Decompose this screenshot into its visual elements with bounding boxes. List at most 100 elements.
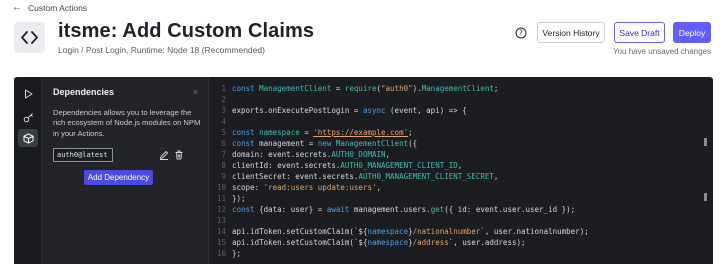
- code-line[interactable]: 8 clientId: event.secrets. AUTH0_MANAGEMEN…: [210, 160, 713, 171]
- code-token: ,: [385, 150, 391, 159]
- line-number: 6: [221, 139, 226, 148]
- code-token: const: [232, 128, 260, 137]
- version-history-button[interactable]: Version History: [537, 22, 605, 43]
- code-line[interactable]: 11});: [210, 193, 713, 204]
- line-number: 9: [221, 172, 226, 181]
- code-token: ;: [493, 84, 499, 93]
- code-token: exports.onExecutePostLogin =: [232, 106, 363, 115]
- key-icon: [23, 112, 33, 122]
- code-token: clientId: event.secrets.: [232, 161, 341, 170]
- code-token: (event, api) => {: [385, 106, 467, 115]
- code-token: ;: [408, 128, 413, 137]
- code-token: });: [232, 194, 246, 203]
- code-line[interactable]: 10 scope: 'read:users update:users',: [210, 182, 713, 193]
- code-token: ,: [457, 161, 463, 170]
- code-token: api.idToken.setCustomClaim(`${: [232, 227, 368, 236]
- code-token: ManagementClient: [421, 84, 494, 93]
- code-line[interactable]: 13: [210, 215, 713, 226]
- line-number: 11: [216, 194, 226, 203]
- code-token: ManagementClient: [335, 139, 409, 148]
- side-rail: [14, 77, 42, 264]
- code-token: const: [232, 139, 260, 148]
- editor-panel: Dependencies × Dependencies allows you t…: [14, 77, 713, 264]
- dependencies-button[interactable]: [18, 129, 38, 147]
- code-token: management.users.: [353, 205, 431, 214]
- code-editor[interactable]: 1 const ManagementClient = require("auth0…: [210, 83, 713, 264]
- dependency-name[interactable]: auth0@latest: [53, 148, 113, 162]
- help-icon[interactable]: ?: [515, 26, 527, 39]
- code-token: namespace: [367, 238, 409, 247]
- code-token: AUTH0_DOMAIN: [331, 150, 386, 159]
- code-token: new: [317, 139, 336, 148]
- deploy-button[interactable]: Deploy: [673, 22, 711, 43]
- code-token: ManagementClient: [259, 84, 332, 93]
- scrollbar-marker: [704, 138, 707, 146]
- code-token: 'https://example.com': [313, 128, 409, 137]
- code-token: {data: user} =: [259, 205, 327, 214]
- dependency-row: auth0@latest: [53, 148, 201, 162]
- code-token: ,: [376, 183, 382, 192]
- code-line[interactable]: 2: [210, 94, 713, 105]
- code-line[interactable]: 16};: [210, 248, 713, 259]
- close-icon[interactable]: ×: [193, 87, 198, 97]
- code-token: ,: [493, 172, 499, 181]
- code-token: require: [344, 84, 377, 93]
- code-token: const: [232, 84, 260, 93]
- unsaved-changes-text: You have unsaved changes: [612, 47, 711, 56]
- code-token: const: [232, 205, 260, 214]
- code-token: `, user.address);: [448, 238, 526, 247]
- code-line[interactable]: 14 api.idToken.setCustomClaim(`${namespac…: [210, 226, 713, 237]
- code-token: get: [430, 205, 445, 214]
- package-icon: [23, 133, 33, 143]
- add-dependency-button[interactable]: Add Dependency: [84, 170, 153, 185]
- code-token: api.idToken.setCustomClaim(`${: [232, 238, 368, 247]
- dependencies-panel: Dependencies × Dependencies allows you t…: [42, 77, 209, 264]
- code-line[interactable]: 3 exports.onExecutePostLogin = async (eve…: [210, 105, 713, 116]
- code-line[interactable]: 9 clientSecret: event.secrets. AUTH0_MANAG…: [210, 171, 713, 182]
- line-number: 10: [216, 183, 226, 192]
- back-link[interactable]: ← Custom Actions: [12, 2, 88, 14]
- line-number: 8: [221, 161, 226, 170]
- code-token: ({: [408, 139, 418, 148]
- code-token: ({ id: event.user.user_id });: [444, 205, 576, 214]
- line-number: 14: [216, 227, 226, 236]
- code-token: AUTH0_MANAGEMENT_CLIENT_ID: [340, 161, 458, 170]
- arrow-left-icon: ←: [12, 2, 22, 13]
- code-line[interactable]: 15 api.idToken.setCustomClaim(`${namespac…: [210, 237, 713, 248]
- code-token: =: [299, 128, 314, 137]
- code-token: async: [362, 106, 386, 115]
- play-icon: [24, 89, 32, 99]
- code-token: ).: [412, 84, 422, 93]
- pencil-icon[interactable]: [159, 150, 169, 160]
- secrets-button[interactable]: [18, 108, 38, 126]
- code-token: scope:: [232, 183, 264, 192]
- code-brackets-icon: [14, 22, 45, 53]
- code-line[interactable]: 7 domain: event.secrets. AUTH0_DOMAIN,: [210, 149, 713, 160]
- line-number: 7: [221, 150, 226, 159]
- svg-text:?: ?: [519, 29, 523, 38]
- page-subtitle: Login / Post Login, Runtime: Node 18 (Re…: [58, 45, 265, 55]
- page-title: itsme: Add Custom Claims: [58, 20, 315, 42]
- scrollbar-marker: [704, 193, 707, 201]
- line-number: 16: [216, 249, 226, 258]
- code-line[interactable]: 12 const {data: user} = await management.…: [210, 204, 713, 215]
- code-token: =: [331, 84, 345, 93]
- code-token: clientSecret: event.secrets.: [232, 172, 359, 181]
- run-test-button[interactable]: [18, 85, 38, 103]
- line-number: 3: [221, 106, 226, 115]
- code-line[interactable]: 4: [210, 116, 713, 127]
- code-token: `, user.nationalnumber);: [480, 227, 589, 236]
- code-line[interactable]: 6 const management = new ManagementClient…: [210, 138, 713, 149]
- code-token: /nationalnumber: [412, 227, 481, 236]
- code-line[interactable]: 1 const ManagementClient = require("auth0…: [210, 83, 713, 94]
- save-draft-button[interactable]: Save Draft: [614, 22, 665, 43]
- code-token: "auth0": [381, 84, 413, 93]
- line-number: 4: [221, 117, 226, 126]
- back-link-label: Custom Actions: [28, 3, 88, 13]
- line-number: 2: [221, 95, 226, 104]
- code-token: await: [326, 205, 354, 214]
- trash-icon[interactable]: [174, 150, 184, 160]
- code-token: /address: [412, 238, 449, 247]
- code-line[interactable]: 5 const namespace = 'https://example.com'…: [210, 127, 713, 138]
- dependencies-description: Dependencies allows you to leverage the …: [53, 108, 201, 138]
